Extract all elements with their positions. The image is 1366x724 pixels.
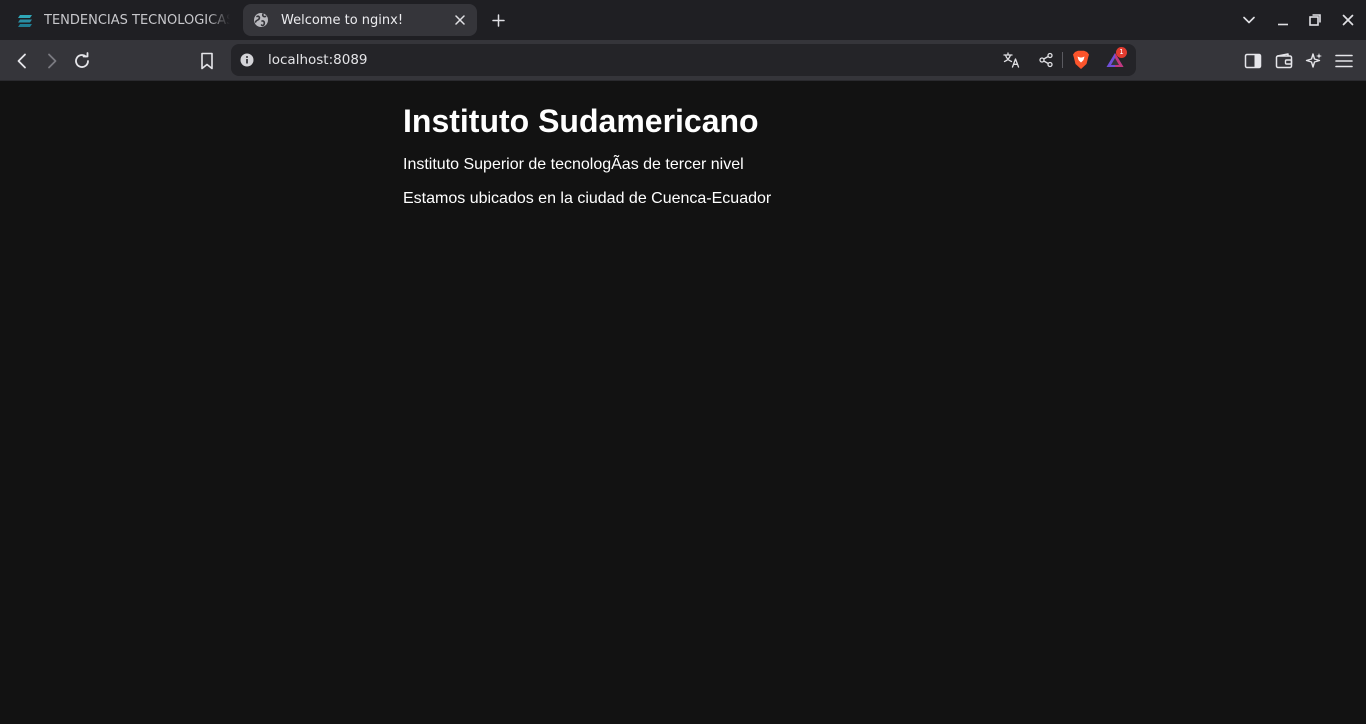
- leo-ai-icon[interactable]: [1303, 50, 1325, 72]
- forward-button[interactable]: [41, 50, 63, 72]
- site-info-icon[interactable]: [239, 52, 255, 68]
- tab-nginx[interactable]: Welcome to nginx!: [243, 4, 477, 36]
- sidebar-toggle-icon[interactable]: [1242, 50, 1264, 72]
- paragraph-institute: Instituto Superior de tecnologÃas de ter…: [403, 156, 744, 173]
- address-bar[interactable]: localhost:8089 1: [231, 44, 1136, 76]
- tab-title: Welcome to nginx!: [281, 12, 404, 28]
- tab-tendencias[interactable]: TENDENCIAS TECNOLOGICAS -: [8, 4, 230, 36]
- menu-icon[interactable]: [1333, 50, 1355, 72]
- brave-shields-icon[interactable]: [1070, 50, 1092, 70]
- new-tab-button[interactable]: [488, 10, 508, 30]
- page-body: Instituto Sudamericano Instituto Superio…: [403, 82, 1103, 208]
- wallet-icon[interactable]: [1273, 50, 1295, 72]
- browser-toolbar: localhost:8089 1: [0, 40, 1366, 81]
- minimize-button[interactable]: [1273, 10, 1293, 30]
- omnibox-divider: [1062, 52, 1063, 68]
- close-tab-icon[interactable]: [451, 11, 469, 29]
- restore-button[interactable]: [1305, 10, 1325, 30]
- tab-strip: TENDENCIAS TECNOLOGICAS - Welcome to ngi…: [0, 0, 1366, 40]
- page-heading: Instituto Sudamericano: [403, 103, 759, 139]
- web-page: Instituto Sudamericano Instituto Superio…: [0, 82, 1366, 724]
- rewards-badge: 1: [1116, 47, 1127, 58]
- brave-rewards-icon[interactable]: 1: [1104, 47, 1127, 70]
- tab-search-chevron-icon[interactable]: [1239, 10, 1259, 30]
- back-button[interactable]: [11, 50, 33, 72]
- tab-title: TENDENCIAS TECNOLOGICAS -: [44, 12, 230, 28]
- close-window-button[interactable]: [1338, 10, 1358, 30]
- stack-logo-icon: [18, 12, 34, 28]
- paragraph-location: Estamos ubicados en la ciudad de Cuenca-…: [403, 190, 772, 207]
- bookmark-button[interactable]: [196, 50, 218, 72]
- share-icon[interactable]: [1035, 50, 1057, 70]
- url-text[interactable]: localhost:8089: [268, 52, 368, 68]
- globe-icon: [253, 12, 269, 28]
- reload-button[interactable]: [71, 50, 93, 72]
- translate-icon[interactable]: [1001, 50, 1023, 70]
